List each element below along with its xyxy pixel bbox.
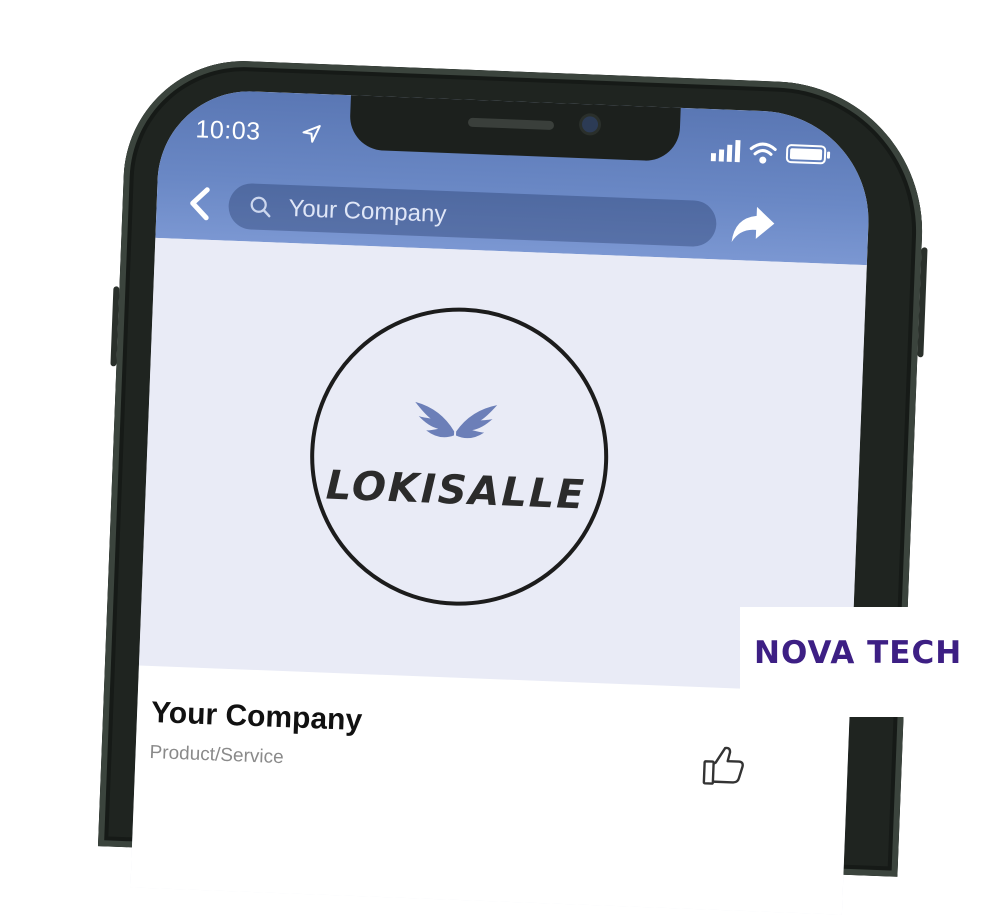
phone-frame: 10:03 Your Company LOKISALLE Your Compan…: [97, 56, 928, 915]
watermark-part1: NOVA: [754, 635, 856, 671]
share-arrow-icon[interactable]: [727, 202, 777, 248]
wings-logo-icon: [415, 401, 498, 439]
front-camera: [581, 116, 599, 133]
battery-icon: [785, 144, 831, 165]
phone-screen: 10:03 Your Company LOKISALLE Your Compan…: [130, 87, 873, 915]
page-category: Product/Service: [149, 741, 285, 769]
watermark-part2: TECH: [867, 635, 963, 671]
watermark-logo: NOVA TECH: [740, 607, 1000, 717]
navigation-bar: 10:03 Your Company: [155, 87, 873, 266]
status-icons: [710, 140, 831, 165]
wifi-icon: [749, 142, 777, 164]
volume-button: [110, 286, 120, 367]
camera-notch: [348, 91, 681, 162]
search-input-text: Your Company: [288, 194, 447, 228]
page-title: Your Company: [150, 696, 363, 738]
thumbs-up-icon[interactable]: [701, 743, 747, 789]
status-time: 10:03: [195, 115, 262, 146]
power-button: [917, 247, 928, 358]
search-icon: [250, 196, 271, 218]
location-arrow-icon: [302, 125, 321, 143]
signal-icon: [710, 140, 741, 163]
search-bar[interactable]: Your Company: [227, 182, 718, 248]
speaker-grille: [467, 117, 555, 131]
watermark-text: NOVA TECH: [754, 635, 962, 671]
chevron-left-icon[interactable]: [186, 185, 213, 222]
